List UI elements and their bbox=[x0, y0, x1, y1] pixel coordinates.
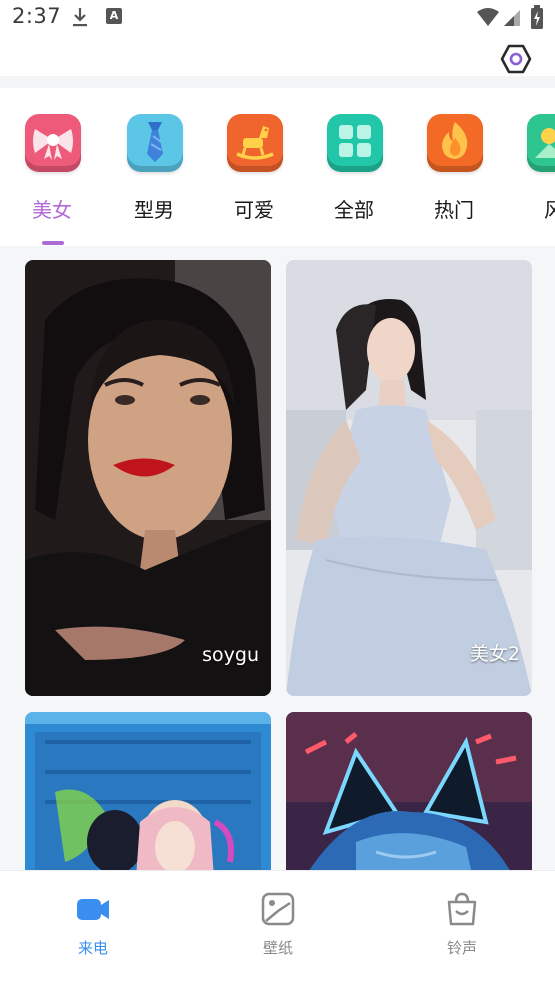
video-call-icon bbox=[75, 891, 111, 927]
category-label: 可爱 bbox=[234, 198, 274, 222]
tie-icon bbox=[127, 114, 183, 172]
battery-icon bbox=[530, 4, 544, 30]
flame-icon bbox=[427, 114, 483, 172]
video-card[interactable]: soygu bbox=[25, 260, 271, 696]
card-image bbox=[25, 712, 271, 870]
category-tabs: 美女 型男 可爱 全部 热门 风 bbox=[0, 88, 555, 246]
card-image bbox=[25, 260, 271, 696]
category-label: 热门 bbox=[434, 198, 474, 222]
category-tab-all[interactable]: 全部 bbox=[304, 114, 404, 234]
wallpaper-icon bbox=[260, 891, 296, 927]
nav-tab-ringtones[interactable]: 铃声 bbox=[402, 887, 522, 967]
video-card[interactable] bbox=[25, 712, 271, 870]
category-label: 全部 bbox=[334, 198, 374, 222]
card-image bbox=[286, 712, 532, 870]
grid-icon bbox=[327, 114, 383, 172]
rocking-horse-icon bbox=[227, 114, 283, 172]
hexagon-settings-icon[interactable] bbox=[500, 44, 532, 74]
card-title: 美女2 bbox=[469, 643, 520, 665]
category-tab-men[interactable]: 型男 bbox=[104, 114, 204, 234]
card-image bbox=[286, 260, 532, 696]
nav-tab-calls[interactable]: 来电 bbox=[33, 887, 153, 967]
bottom-navigation: 来电 壁纸 铃声 bbox=[0, 870, 555, 983]
nav-label: 壁纸 bbox=[262, 939, 293, 957]
category-label: 美女 bbox=[32, 198, 72, 222]
active-tab-indicator bbox=[42, 241, 64, 245]
shopping-bag-icon bbox=[444, 891, 480, 927]
status-time: 2:37 bbox=[12, 4, 62, 28]
video-card[interactable] bbox=[286, 712, 532, 870]
bow-icon bbox=[25, 114, 81, 172]
nav-label: 来电 bbox=[77, 939, 108, 957]
wallpaper-grid: soygu 美女2 bbox=[0, 246, 555, 870]
top-action-bar bbox=[0, 36, 555, 80]
video-card[interactable]: 美女2 bbox=[286, 260, 532, 696]
category-tab-cute[interactable]: 可爱 bbox=[204, 114, 304, 234]
nav-tab-wallpaper[interactable]: 壁纸 bbox=[218, 887, 338, 967]
category-tab-hot[interactable]: 热门 bbox=[404, 114, 504, 234]
signal-icon bbox=[502, 6, 522, 28]
category-label: 风 bbox=[544, 198, 555, 222]
card-title: soygu bbox=[202, 644, 259, 666]
download-icon bbox=[70, 6, 90, 28]
category-tab-scenery[interactable]: 风 bbox=[504, 114, 555, 234]
status-bar: 2:37 A bbox=[0, 0, 555, 36]
category-label: 型男 bbox=[134, 198, 174, 222]
divider bbox=[0, 76, 555, 88]
a-icon: A bbox=[106, 8, 122, 24]
landscape-icon bbox=[527, 114, 555, 172]
nav-label: 铃声 bbox=[446, 939, 477, 957]
wifi-icon bbox=[476, 6, 500, 28]
category-tab-beauty[interactable]: 美女 bbox=[2, 114, 102, 234]
